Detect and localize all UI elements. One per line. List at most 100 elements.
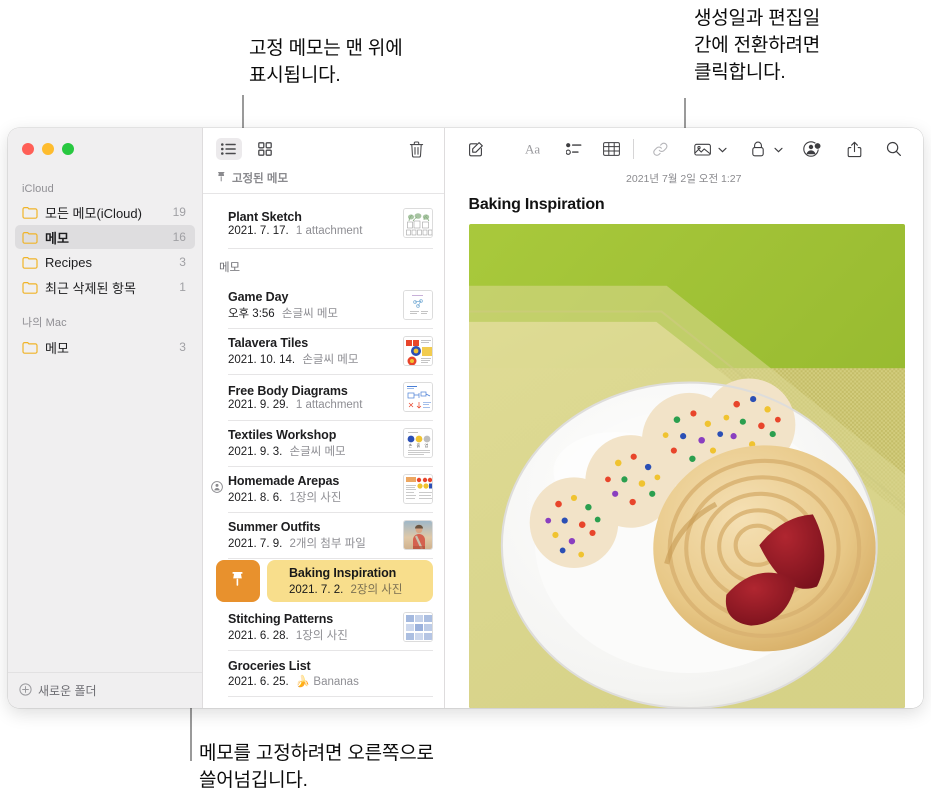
svg-text:손: 손 (408, 442, 412, 448)
note-list-item-homemade-arepas[interactable]: Homemade Arepas 2021. 8. 6. 1장의 사진 (203, 466, 444, 512)
pin-icon (217, 171, 226, 185)
pin-note-button[interactable] (215, 560, 260, 602)
note-list-item-free-body-diagrams[interactable]: Free Body Diagrams 2021. 9. 29. 1 attach… (203, 374, 444, 420)
sidebar-item-label: Recipes (45, 254, 92, 270)
note-list-item-textiles-workshop[interactable]: Textiles Workshop 2021. 9. 3. 손글씨 메모 손흙염 (203, 420, 444, 466)
note-thumbnail-textiles: 손흙염 (402, 428, 433, 458)
sidebar-item-notes[interactable]: 메모 16 (15, 225, 195, 249)
note-date: 2021. 8. 6. (227, 491, 283, 504)
sidebar-section-my-mac: 나의 Mac (22, 317, 67, 329)
pinned-group-header: 고정된 메모 (202, 170, 444, 194)
note-thumbnail-talavera (402, 336, 433, 366)
note-thumbnail-stitching (402, 612, 433, 642)
minimize-button[interactable] (42, 143, 54, 155)
note-meta: 2장의 사진 (350, 583, 403, 596)
note-meta: 1장의 사진 (289, 491, 342, 504)
sidebar-item-count: 1 (179, 280, 186, 294)
note-list-item-plant-sketch[interactable]: Plant Sketch 2021. 7. 17. 1 attachment (203, 194, 444, 248)
note-date: 2021. 6. 25. (227, 675, 289, 688)
notes-group-label: 메모 (218, 262, 241, 274)
sidebar-item-label: 메모 (45, 230, 69, 246)
sidebar-item-all-notes-icloud[interactable]: 모든 메모(iCloud) 19 (15, 200, 195, 224)
sidebar-item-recently-deleted[interactable]: 최근 삭제된 항목 1 (15, 275, 195, 299)
note-list-item-talavera-tiles[interactable]: Talavera Tiles 2021. 10. 14. 손글씨 메모 (203, 328, 444, 374)
svg-text:염: 염 (424, 442, 428, 448)
note-title: Stitching Patterns (227, 611, 334, 626)
note-detail-pane: Aa 2021년 7월 2일 오전 1:27 Baking Inspiratio… (444, 128, 924, 708)
chevron-down-icon[interactable] (774, 140, 783, 158)
note-date-toggle[interactable]: 2021년 7월 2일 오전 1:27 (445, 170, 924, 192)
lock-icon[interactable] (743, 136, 773, 162)
shared-note-icon (211, 480, 223, 493)
note-meta: 🍌 Bananas (295, 675, 359, 688)
compose-icon[interactable] (461, 136, 491, 162)
note-thumbnail-free-body (402, 382, 433, 412)
note-list-item-groceries-list[interactable]: Groceries List 2021. 6. 25. 🍌 Bananas (203, 650, 444, 696)
chevron-down-icon[interactable] (718, 140, 727, 158)
new-folder-button[interactable]: 새로운 폴더 (8, 672, 202, 708)
list-view-icon[interactable] (215, 138, 242, 160)
screenshot-root: 고정 메모는 맨 위에 표시됩니다. 생성일과 편집일 간에 전환하려면 클릭합… (0, 0, 931, 806)
detail-toolbar: Aa (445, 128, 924, 170)
zoom-button[interactable] (62, 143, 74, 155)
sidebar-item-count: 16 (172, 230, 186, 244)
note-title: Homemade Arepas (227, 473, 340, 488)
note-date: 2021. 9. 3. (227, 445, 283, 458)
note-row-baking-inspiration[interactable]: Baking Inspiration 2021. 7. 2. 2장의 사진 (266, 560, 433, 602)
note-date: 2021. 7. 2. (288, 583, 344, 596)
trash-icon[interactable] (402, 136, 432, 162)
note-title: Groceries List (227, 658, 311, 673)
note-date: 2021. 7. 17. (227, 224, 289, 237)
note-meta: 1장의 사진 (295, 629, 348, 642)
note-date: 2021. 7. 9. (227, 537, 283, 550)
new-folder-label: 새로운 폴더 (38, 684, 97, 698)
svg-text:흙: 흙 (416, 442, 420, 448)
note-date: 2021. 6. 28. (227, 629, 289, 642)
note-meta: 손글씨 메모 (289, 445, 346, 458)
sidebar-item-label: 최근 삭제된 항목 (45, 280, 136, 296)
pin-icon (231, 571, 244, 592)
search-icon[interactable] (879, 136, 909, 162)
sidebar-item-notes-local[interactable]: 메모 3 (15, 335, 195, 359)
note-title: Summer Outfits (227, 519, 321, 534)
note-meta: 2개의 첨부 파일 (289, 537, 366, 550)
share-icon[interactable] (839, 136, 869, 162)
add-people-icon[interactable] (797, 136, 827, 162)
link-icon[interactable] (645, 136, 675, 162)
note-list-item-baking-inspiration-swiped[interactable]: Baking Inspiration 2021. 7. 2. 2장의 사진 (203, 558, 444, 604)
sidebar: iCloud 모든 메모(iCloud) 19 메모 16 Recipes 3 … (8, 128, 203, 708)
note-list-item-stitching-patterns[interactable]: Stitching Patterns 2021. 6. 28. 1장의 사진 (203, 604, 444, 650)
note-list-pane: 고정된 메모 Plant Sketch 2021. 7. 17. 1 attac… (202, 128, 445, 708)
window-controls (8, 128, 202, 170)
note-title: Textiles Workshop (227, 427, 337, 442)
note-title: Free Body Diagrams (227, 383, 348, 398)
sidebar-section-icloud: iCloud (22, 183, 54, 195)
note-meta: 1 attachment (295, 398, 363, 411)
note-thumbnail-summer-outfits (402, 520, 433, 550)
pinned-group-label: 고정된 메모 (231, 173, 289, 185)
note-list-scroll[interactable]: Plant Sketch 2021. 7. 17. 1 attachment 메… (203, 194, 444, 708)
plus-circle-icon (19, 682, 32, 699)
note-title: Baking Inspiration (288, 565, 397, 580)
sidebar-item-count: 3 (179, 255, 186, 269)
sidebar-item-count: 3 (179, 340, 186, 354)
sidebar-item-count: 19 (172, 205, 186, 219)
table-icon[interactable] (597, 136, 627, 162)
sidebar-item-recipes[interactable]: Recipes 3 (15, 250, 195, 274)
note-photo-cookies[interactable] (468, 224, 905, 708)
checklist-icon[interactable] (559, 136, 589, 162)
gallery-view-icon[interactable] (252, 138, 278, 160)
note-thumbnail-game-day (402, 290, 433, 320)
note-list-toolbar (203, 128, 444, 170)
close-button[interactable] (22, 143, 34, 155)
note-meta: 1 attachment (295, 224, 363, 237)
note-date: 2021. 9. 29. (227, 398, 289, 411)
sidebar-list: iCloud 모든 메모(iCloud) 19 메모 16 Recipes 3 … (8, 170, 202, 672)
format-text-icon[interactable]: Aa (521, 136, 551, 162)
note-list-item-game-day[interactable]: Game Day 오후 3:56 손글씨 메모 (203, 282, 444, 328)
media-icon[interactable] (687, 136, 717, 162)
toolbar-divider (632, 139, 633, 159)
note-list-item-summer-outfits[interactable]: Summer Outfits 2021. 7. 9. 2개의 첨부 파일 (203, 512, 444, 558)
note-thumbnail-plant-sketch (402, 208, 433, 238)
callout-date-toggle: 생성일과 편집일 간에 전환하려면 클릭합니다. (694, 8, 821, 83)
